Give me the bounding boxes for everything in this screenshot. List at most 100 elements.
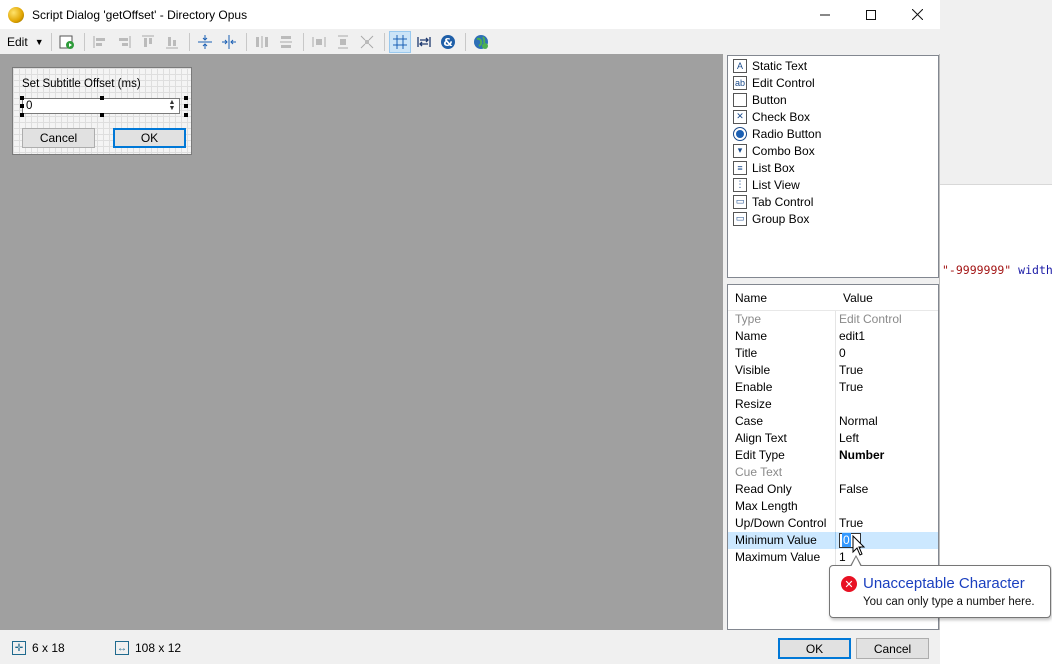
maximize-button[interactable] [848,0,894,29]
edit-menu-button[interactable]: Edit ▼ [4,31,47,53]
error-icon: ✕ [841,576,857,592]
property-value[interactable]: 0 [836,345,846,362]
align-top-button[interactable] [137,31,159,53]
header-name[interactable]: Name [728,291,836,305]
resize-handle[interactable] [184,96,188,100]
control-item[interactable]: Radio Button [728,125,938,142]
control-item[interactable]: ≡ List Box [728,159,938,176]
property-value[interactable]: Number [836,447,884,464]
property-row[interactable]: Up/Down Control True [728,515,938,532]
dialog-properties-button[interactable]: & [437,31,459,53]
close-icon [911,9,923,20]
static-text-icon: A [733,58,747,73]
property-value[interactable]: False [836,481,868,498]
property-value[interactable]: True [836,362,863,379]
svg-text:&: & [443,36,453,49]
property-name: Maximum Value [728,549,836,566]
space-down-button[interactable] [275,31,297,53]
make-same-width-button[interactable] [308,31,330,53]
combo-box-icon: ▾ [733,143,747,158]
property-row[interactable]: Enable True [728,379,938,396]
property-value[interactable]: True [836,515,863,532]
resize-handle[interactable] [20,96,24,100]
control-item[interactable]: Button [728,91,938,108]
cancel-button[interactable]: Cancel [856,638,929,659]
preview-ok-button[interactable]: OK [113,128,186,148]
toolbar-separator [245,32,247,51]
center-horizontal-button[interactable] [218,31,240,53]
code-string: "-9999999" [942,263,1012,277]
minimize-button[interactable] [802,0,848,29]
property-row[interactable]: Title 0 [728,345,938,362]
control-item[interactable]: ▭ Tab Control [728,193,938,210]
property-value[interactable]: Left [836,430,859,447]
property-value[interactable]: True [836,379,863,396]
dialog-preview[interactable]: Set Subtitle Offset (ms) 0 ▲ ▼ Cancel OK [12,67,192,155]
resize-handle[interactable] [20,104,24,108]
property-row[interactable]: Minimum Value 0 [728,532,938,549]
property-row[interactable]: Name edit1 [728,328,938,345]
validation-tooltip: ✕ Unacceptable Character You can only ty… [829,555,1051,618]
chevron-down-icon: ▼ [34,36,44,47]
make-same-height-button[interactable] [332,31,354,53]
preview-cancel-button[interactable]: Cancel [22,128,95,148]
property-row[interactable]: Visible True [728,362,938,379]
resize-handle[interactable] [20,113,24,117]
resize-handle[interactable] [184,104,188,108]
property-name: Edit Type [728,447,836,464]
align-bottom-button[interactable] [161,31,183,53]
control-item[interactable]: ⋮ List View [728,176,938,193]
property-value[interactable]: Edit Control [836,311,902,328]
control-item[interactable]: A Static Text [728,57,938,74]
control-item[interactable]: ab Edit Control [728,74,938,91]
directory-opus-icon [8,6,24,23]
property-row[interactable]: Type Edit Control [728,311,938,328]
align-right-button[interactable] [113,31,135,53]
property-row[interactable]: Resize [728,396,938,413]
property-name: Max Length [728,498,836,515]
property-value[interactable]: 1 [836,549,846,566]
property-row[interactable]: Case Normal [728,413,938,430]
size-value: 108 x 12 [135,641,182,655]
control-item[interactable]: ▾ Combo Box [728,142,938,159]
make-same-size-button[interactable] [356,31,378,53]
property-name: Type [728,311,836,328]
property-row[interactable]: Align Text Left [728,430,938,447]
tab-order-button[interactable] [413,31,435,53]
language-button[interactable] [470,31,492,53]
test-dialog-button[interactable] [56,31,78,53]
toggle-grid-button[interactable] [388,30,411,53]
ampersand-icon: & [440,34,455,49]
resize-handle[interactable] [100,113,104,117]
list-box-icon: ≡ [733,160,747,175]
button-icon [733,92,747,107]
resize-handle[interactable] [100,96,104,100]
property-name: Visible [728,362,836,379]
edit-control-icon: ab [733,75,747,90]
property-value[interactable]: edit1 [836,328,865,345]
property-row[interactable]: Maximum Value 1 [728,549,938,566]
close-button[interactable] [894,0,940,29]
list-view-icon: ⋮ [733,177,747,192]
property-row[interactable]: Read Only False [728,481,938,498]
preview-static-text[interactable]: Set Subtitle Offset (ms) [22,78,141,90]
space-across-button[interactable] [251,31,273,53]
control-item[interactable]: ▭ Group Box [728,210,938,227]
same-size-icon [360,35,373,48]
property-value[interactable]: Normal [836,413,878,430]
control-item-label: Tab Control [752,194,814,209]
title-bar[interactable]: Script Dialog 'getOffset' - Directory Op… [0,0,940,29]
center-vertical-button[interactable] [194,31,216,53]
toolbar-separator [383,32,385,51]
preview-edit-control[interactable]: 0 ▲ ▼ [22,98,180,114]
property-row[interactable]: Cue Text [728,464,938,481]
design-canvas[interactable]: Set Subtitle Offset (ms) 0 ▲ ▼ Cancel OK [0,54,723,630]
resize-handle[interactable] [184,113,188,117]
property-row[interactable]: Edit Type Number [728,447,938,464]
ok-button[interactable]: OK [778,638,851,659]
control-item[interactable]: ✕ Check Box [728,108,938,125]
header-value[interactable]: Value [836,291,873,305]
property-row[interactable]: Max Length [728,498,938,515]
align-top-icon [141,35,154,47]
align-left-button[interactable] [89,31,111,53]
